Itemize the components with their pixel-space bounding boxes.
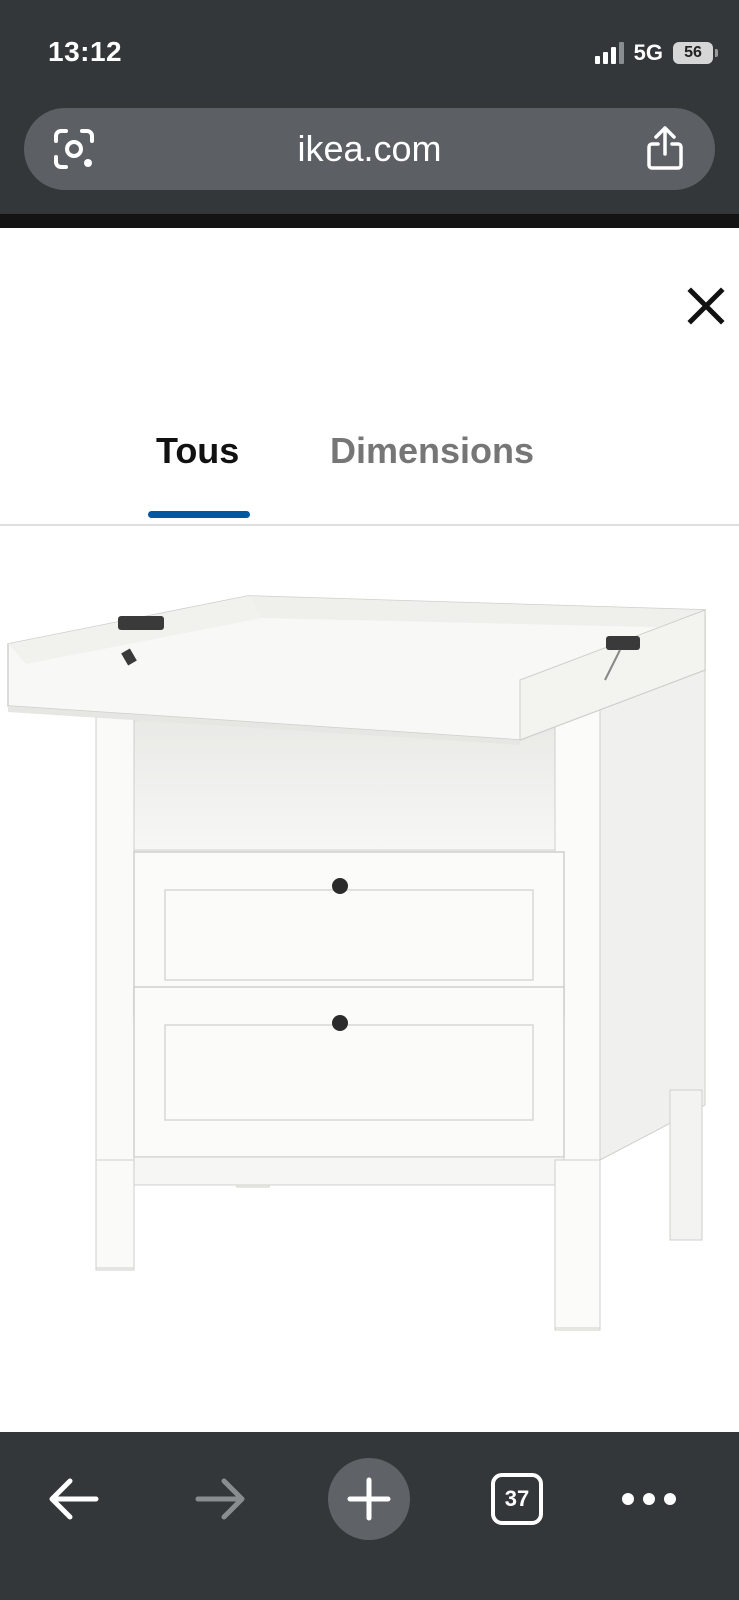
network-type: 5G <box>633 40 663 65</box>
status-time: 13:12 <box>48 36 123 67</box>
active-tab-indicator <box>148 511 250 518</box>
media-tabs: Tous Dimensions <box>0 410 739 525</box>
forward-button[interactable] <box>180 1458 262 1540</box>
back-arrow-icon <box>49 1478 99 1520</box>
tab-tous[interactable]: Tous <box>156 430 239 472</box>
browser-bottom-toolbar: 37 <box>0 1432 739 1600</box>
product-image[interactable] <box>0 560 739 1380</box>
share-icon[interactable] <box>643 124 687 172</box>
battery-level: 56 <box>684 44 702 61</box>
new-tab-button[interactable] <box>328 1458 410 1540</box>
url-text[interactable]: ikea.com <box>24 108 715 190</box>
tab-dimensions[interactable]: Dimensions <box>330 430 534 472</box>
more-menu-button[interactable] <box>608 1458 690 1540</box>
tabs-divider <box>0 524 739 526</box>
status-indicators: 5G 56 <box>594 38 718 68</box>
close-icon[interactable] <box>686 286 726 326</box>
more-dots-icon <box>622 1493 676 1505</box>
back-button[interactable] <box>32 1458 114 1540</box>
tab-switcher-button[interactable]: 37 <box>476 1458 558 1540</box>
signal-strength-icon <box>594 42 624 64</box>
address-bar[interactable]: ikea.com <box>24 108 715 190</box>
battery-icon: 56 <box>673 42 718 64</box>
chrome-divider <box>0 214 739 228</box>
browser-top-bar: 13:12 5G 56 ikea.com <box>0 0 739 228</box>
tab-count: 37 <box>491 1473 543 1525</box>
plus-icon <box>347 1477 391 1521</box>
forward-arrow-icon <box>195 1478 245 1520</box>
